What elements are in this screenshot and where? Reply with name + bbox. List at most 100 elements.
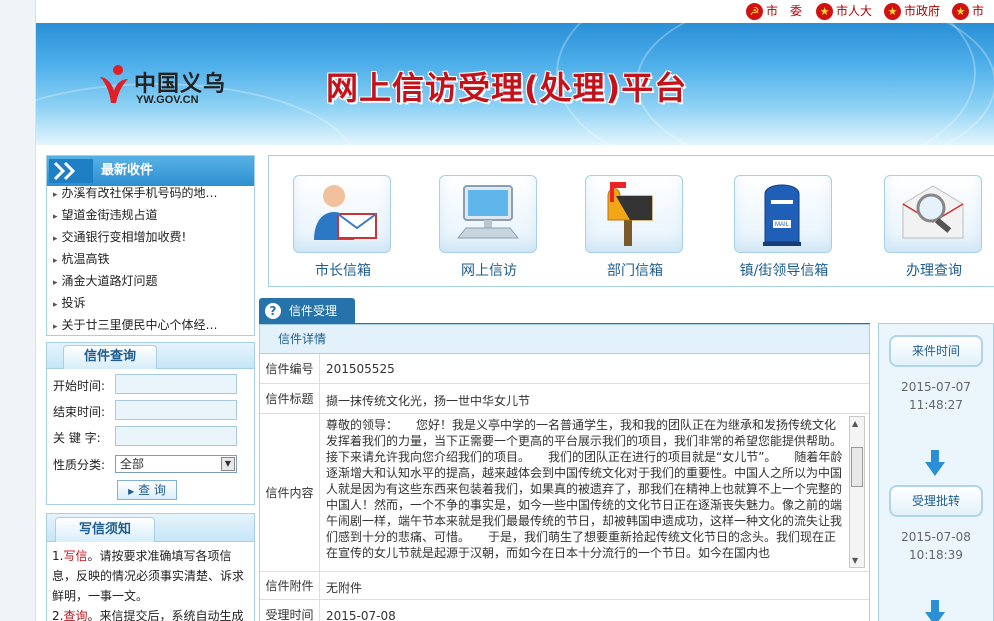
row-letter-attachment: 信件附件 无附件 [260,572,869,600]
keyword-label: 关 键 字: [53,431,101,445]
guide-prefix: 2. [52,609,64,621]
keyword-input[interactable] [115,426,237,446]
scroll-up-icon[interactable]: ▲ [852,419,858,428]
nav-label: 市长信箱 [315,263,371,279]
received-date: 2015-07-07 [901,380,971,394]
top-link-congress[interactable]: ★ 市人大 [816,1,872,21]
row-acceptance-time: 受理时间 2015-07-08 [260,600,869,621]
letter-attachment-label: 信件附件 [260,572,320,599]
guide-line: 鲜明，一事一文。 [52,586,252,606]
letter-query-title: 信件查询 [63,345,157,369]
writing-guide-header: 写信须知 [47,514,254,542]
left-margin-strip [0,0,36,621]
arrow-down-icon [925,600,945,621]
nav-online-petition[interactable]: 网上信访 [439,175,539,281]
letter-number-label: 信件编号 [260,354,320,383]
guide-highlight: 查询 [63,609,88,621]
nav-label: 办理查询 [906,263,962,279]
latest-letters-title: 最新收件 [101,163,154,178]
arrow-down-icon [925,450,945,476]
letter-detail-title: 信件详情 [278,332,327,346]
mayor-mail-icon [293,175,391,253]
nav-mayor-mailbox[interactable]: 市长信箱 [293,175,393,281]
city-logo-icon [100,65,128,103]
national-emblem-icon: ★ [884,3,901,20]
accept-forward-date: 2015-07-08 [901,530,971,544]
top-link-label: 市政府 [904,4,941,18]
acceptance-time-value: 2015-07-08 [326,609,396,621]
query-button-label: 查 询 [138,483,166,497]
nav-label: 镇/街领导信箱 [739,263,829,279]
svg-text:MAIL: MAIL [775,222,790,228]
letter-detail-table: 信件详情 信件编号 201505525 信件标题 撷一抹传统文化光，扬一世中华女… [259,324,870,621]
top-link-party-committee[interactable]: ☭ 市 委 [746,1,802,21]
letter-content-label: 信件内容 [260,414,320,571]
play-arrow-icon: ▶ [128,487,135,496]
national-emblem-icon: ★ [816,3,833,20]
type-select[interactable]: 全部 ▼ [115,455,237,473]
received-time-button[interactable]: 来件时间 [889,335,983,367]
news-item[interactable]: 望道金街违规占道 [53,205,249,225]
letter-query-panel: 信件查询 开始时间: 结束时间: 关 键 字: 性质分类: 全部 ▼ ▶ 查 询 [46,342,255,505]
chevron-down-icon: ▼ [221,457,235,471]
accept-forward-button[interactable]: 受理批转 [889,485,983,517]
accept-forward-time: 10:18:39 [909,548,963,562]
computer-icon [439,175,537,253]
letter-title-value: 撷一抹传统文化光，扬一世中华女儿节 [326,394,531,408]
guide-line: 2.查询。来信提交后，系统自动生成 [52,606,252,621]
row-letter-title: 信件标题 撷一抹传统文化光，扬一世中华女儿节 [260,384,869,414]
letter-number-value: 201505525 [326,362,395,376]
type-label: 性质分类: [53,458,106,472]
news-item[interactable]: 杭温高铁 [53,249,249,269]
latest-letters-header: 最新收件 [47,156,254,186]
row-letter-number: 信件编号 201505525 [260,354,869,384]
top-link-government[interactable]: ★ 市政府 [884,1,940,21]
top-link-cppcc[interactable]: ★市政 [952,1,994,38]
top-link-label: 市人大 [836,4,873,18]
nav-label: 部门信箱 [607,263,663,279]
end-time-label: 结束时间: [53,405,106,419]
scroll-thumb[interactable] [851,447,863,487]
nav-town-leader-mailbox[interactable]: MAIL 镇/街领导信箱 [734,175,834,281]
national-emblem-icon: ★ [952,3,969,20]
guide-line: 1.写信。请按要求准确填写各项信 [52,546,252,566]
help-question-icon: ? [265,303,281,319]
guide-text: 鲜明，一事一文。 [52,589,149,603]
top-link-bar: ☭市 委 ★市人大 ★市政府 ★市政 [36,0,994,38]
magnifier-icon [884,175,982,253]
news-item[interactable]: 交通银行变相增加收费! [53,227,249,247]
letter-content-text[interactable]: 尊敬的领导： 您好！我是义亭中学的一名普通学生，我和我的团队正在为继承和发扬传统… [326,417,846,565]
top-link-label: 市 委 [766,4,803,18]
news-item[interactable]: 关于廿三里便民中心个体经… [53,315,249,335]
writing-guide-panel: 写信须知 1.写信。请按要求准确填写各项信 息，反映的情况必须事实清楚、诉求 鲜… [46,513,255,621]
query-button[interactable]: ▶ 查 询 [117,480,177,500]
blue-mailbox-icon: MAIL [734,175,832,253]
acceptance-time-label: 受理时间 [260,600,320,621]
letter-detail-header: 信件详情 [260,325,869,354]
guide-line: 息，反映的情况必须事实清楚、诉求 [52,566,252,586]
guide-highlight: 写信 [63,549,88,563]
scroll-down-icon[interactable]: ▼ [852,556,858,565]
news-item[interactable]: 涌金大道路灯问题 [53,271,249,291]
start-time-input[interactable] [115,374,237,394]
start-time-label: 开始时间: [53,379,106,393]
letter-attachment-value: 无附件 [326,581,363,595]
letter-acceptance-tab-label: 信件受理 [289,304,338,318]
content-scrollbar[interactable]: ▲ ▼ [849,416,865,568]
guide-text: 。请按要求准确填写各项信 [87,549,232,563]
mailbox-icon [585,175,683,253]
guide-text: 。来信提交后，系统自动生成 [87,609,244,621]
banner-wave-decoration [636,23,994,145]
letter-acceptance-tab[interactable]: ? 信件受理 [259,298,355,324]
platform-title: 网上信访受理(处理)平台 [326,69,688,107]
news-item[interactable]: 办溪有改社保手机号码的地… [53,183,249,203]
nav-label: 网上信访 [461,263,517,279]
news-item[interactable]: 投诉 [53,293,249,313]
nav-department-mailbox[interactable]: 部门信箱 [585,175,685,281]
guide-prefix: 1. [52,549,64,563]
nav-processing-query[interactable]: 办理查询 [884,175,984,281]
latest-letters-panel: 最新收件 办溪有改社保手机号码的地… 望道金街违规占道 交通银行变相增加收费! … [46,155,255,336]
received-time: 11:48:27 [909,398,963,412]
writing-guide-title: 写信须知 [55,517,155,542]
end-time-input[interactable] [115,400,237,420]
